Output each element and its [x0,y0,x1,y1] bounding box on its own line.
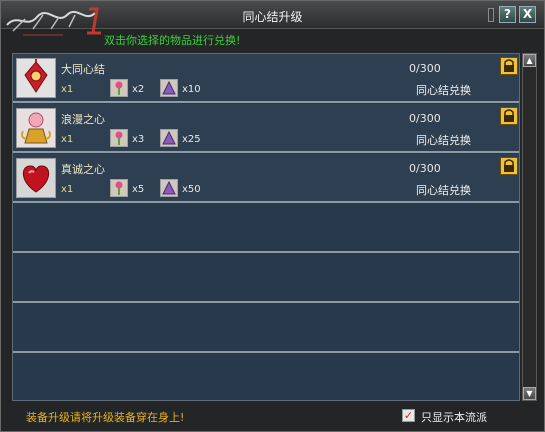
item-name: 浪漫之心 [61,113,105,126]
exchange-list[interactable]: 大同心结 x1 x2 x10 0/300 同心结兑换 浪漫之心 x1 x3 x2… [12,53,520,401]
item-quantity: x1 [61,84,74,95]
material-a-qty: x3 [132,134,145,145]
lock-icon[interactable] [500,107,518,125]
progress-count: 0/300 [409,62,441,75]
item-quantity: x1 [61,184,74,195]
list-scrollbar[interactable]: ▲ ▼ [522,53,537,401]
heart-icon [17,159,55,197]
item-thumbnail [16,158,56,198]
item-name: 大同心结 [61,63,105,76]
instruction-hint: 双击你选择的物品进行兑换! [104,34,241,47]
lock-icon[interactable] [500,57,518,75]
item-thumbnail [16,108,56,148]
show-school-only-label[interactable]: 只显示本流派 [421,409,487,425]
empty-row [13,304,519,353]
material-b-qty: x25 [182,134,201,145]
flower-icon [110,179,128,197]
material-a-qty: x2 [132,84,145,95]
upgrade-window: 同心结升级 ? X 双击你选择的物品进行兑换! 大同心结 x1 x2 x10 0… [0,0,545,432]
progress-count: 0/300 [409,162,441,175]
crystal-icon [160,129,178,147]
empty-row [13,204,519,253]
help-button[interactable]: ? [499,6,516,23]
knot-icon [17,59,55,97]
crystal-icon [160,179,178,197]
flower-icon [110,79,128,97]
item-quantity: x1 [61,134,74,145]
title-bar[interactable]: 同心结升级 ? X [1,1,544,36]
pin-icon[interactable] [488,8,494,22]
crystal-icon [160,79,178,97]
footer-hint: 装备升级请将升级装备穿在身上! [26,411,185,424]
window-title: 同心结升级 [242,10,303,24]
scroll-up-arrow-icon[interactable]: ▲ [523,54,536,67]
show-school-only-checkbox[interactable]: ✓ [402,409,415,422]
item-name: 真诚之心 [61,163,105,176]
material-b-qty: x10 [182,84,201,95]
exchange-label: 同心结兑换 [416,84,471,97]
exchange-label: 同心结兑换 [416,134,471,147]
empty-row [13,354,519,400]
list-item[interactable]: 浪漫之心 x1 x3 x25 0/300 同心结兑换 [13,104,519,153]
material-a-qty: x5 [132,184,145,195]
flower-icon [110,129,128,147]
empty-row [13,254,519,303]
list-item[interactable]: 真诚之心 x1 x5 x50 0/300 同心结兑换 [13,154,519,203]
list-item[interactable]: 大同心结 x1 x2 x10 0/300 同心结兑换 [13,54,519,103]
romance-icon [17,109,55,147]
exchange-label: 同心结兑换 [416,184,471,197]
scroll-down-arrow-icon[interactable]: ▼ [523,387,536,400]
lock-icon[interactable] [500,157,518,175]
progress-count: 0/300 [409,112,441,125]
close-button[interactable]: X [519,6,536,23]
item-thumbnail [16,58,56,98]
material-b-qty: x50 [182,184,201,195]
